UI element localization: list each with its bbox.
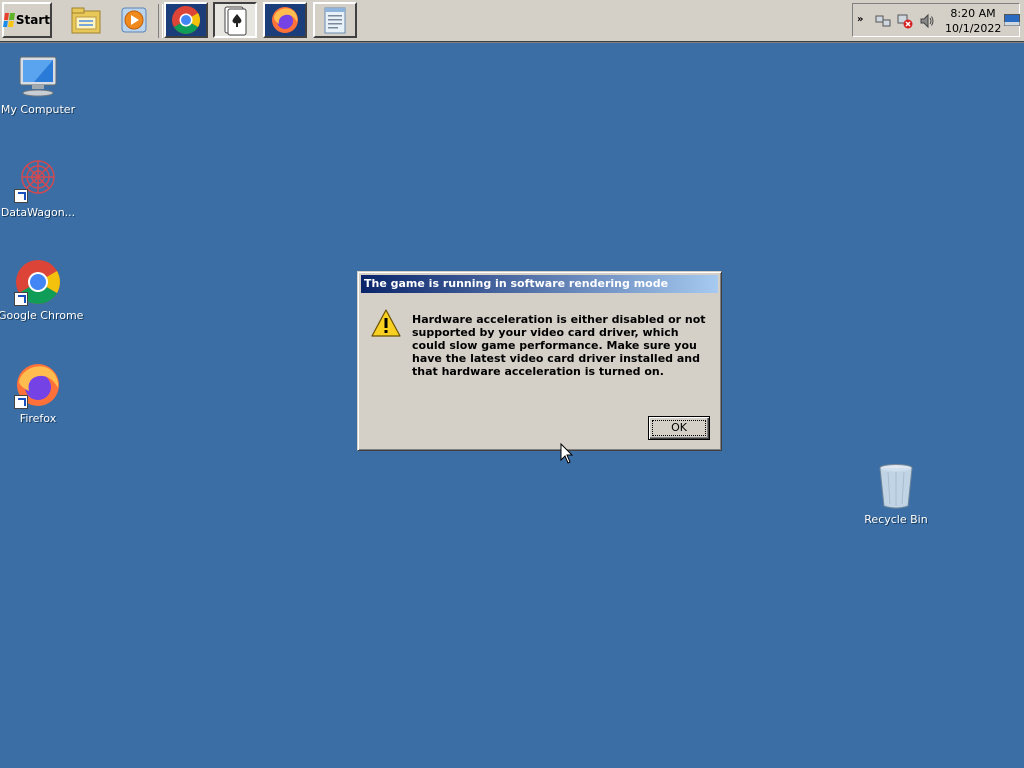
clock[interactable]: 8:20 AM 10/1/2022 — [945, 6, 1001, 36]
task-chrome[interactable] — [164, 2, 208, 38]
desktop-icon-google-chrome[interactable]: Google Chrome — [0, 258, 84, 322]
shortcut-arrow-icon — [14, 292, 28, 306]
task-firefox[interactable] — [263, 2, 307, 38]
quick-launch-explorer[interactable] — [64, 2, 108, 38]
shortcut-arrow-icon — [14, 189, 28, 203]
windows-flag-icon — [3, 13, 15, 27]
taskbar: Start » 8:20 AM 10/1/2022 — [0, 0, 1024, 43]
desktop-icon-label: My Computer — [0, 103, 76, 116]
media-player-icon — [121, 7, 147, 33]
computer-icon — [19, 56, 57, 97]
taskbar-separator — [158, 4, 163, 38]
file-explorer-icon — [71, 7, 101, 34]
desktop-icon-my-computer[interactable]: My Computer — [0, 52, 78, 116]
desktop-icon-label: Google Chrome — [0, 309, 84, 322]
notepad-window-icon — [324, 7, 346, 34]
ok-button-label: OK — [652, 420, 706, 436]
solitaire-icon — [224, 6, 247, 36]
tray-expand-chevron-icon[interactable]: » — [857, 14, 863, 25]
dialog-message: Hardware acceleration is either disabled… — [412, 313, 706, 378]
desktop-icon-firefox[interactable]: Firefox — [0, 361, 78, 425]
ok-button[interactable]: OK — [648, 416, 710, 440]
desktop-icon-datawagon[interactable]: DataWagon... — [0, 155, 78, 219]
start-label: Start — [15, 13, 50, 27]
show-desktop-icon[interactable] — [1004, 14, 1020, 26]
task-notepad-window[interactable] — [313, 2, 357, 38]
quick-launch-media-player[interactable] — [112, 2, 156, 38]
desktop-icon-label: DataWagon... — [0, 206, 76, 219]
clock-time: 8:20 AM — [950, 7, 996, 20]
system-tray: » 8:20 AM 10/1/2022 — [852, 3, 1020, 37]
clock-date: 10/1/2022 — [945, 22, 1002, 35]
recycle-bin-icon — [879, 464, 913, 509]
mouse-cursor-icon — [560, 443, 574, 464]
chrome-icon — [172, 6, 200, 34]
dialog-title: The game is running in software renderin… — [364, 277, 669, 290]
software-rendering-dialog: The game is running in software renderin… — [357, 271, 722, 451]
dialog-title-bar[interactable]: The game is running in software renderin… — [361, 275, 718, 293]
start-button[interactable]: Start — [2, 2, 52, 38]
desktop-icon-recycle-bin[interactable]: Recycle Bin — [856, 462, 936, 526]
network-icon[interactable] — [875, 13, 891, 29]
task-solitaire[interactable] — [213, 2, 257, 38]
shortcut-arrow-icon — [14, 395, 28, 409]
desktop-icon-label: Firefox — [19, 412, 57, 425]
network-error-icon[interactable] — [897, 13, 913, 29]
warning-icon — [371, 309, 401, 337]
firefox-icon — [272, 7, 298, 33]
volume-icon[interactable] — [919, 13, 935, 29]
desktop-icon-label: Recycle Bin — [864, 513, 928, 526]
